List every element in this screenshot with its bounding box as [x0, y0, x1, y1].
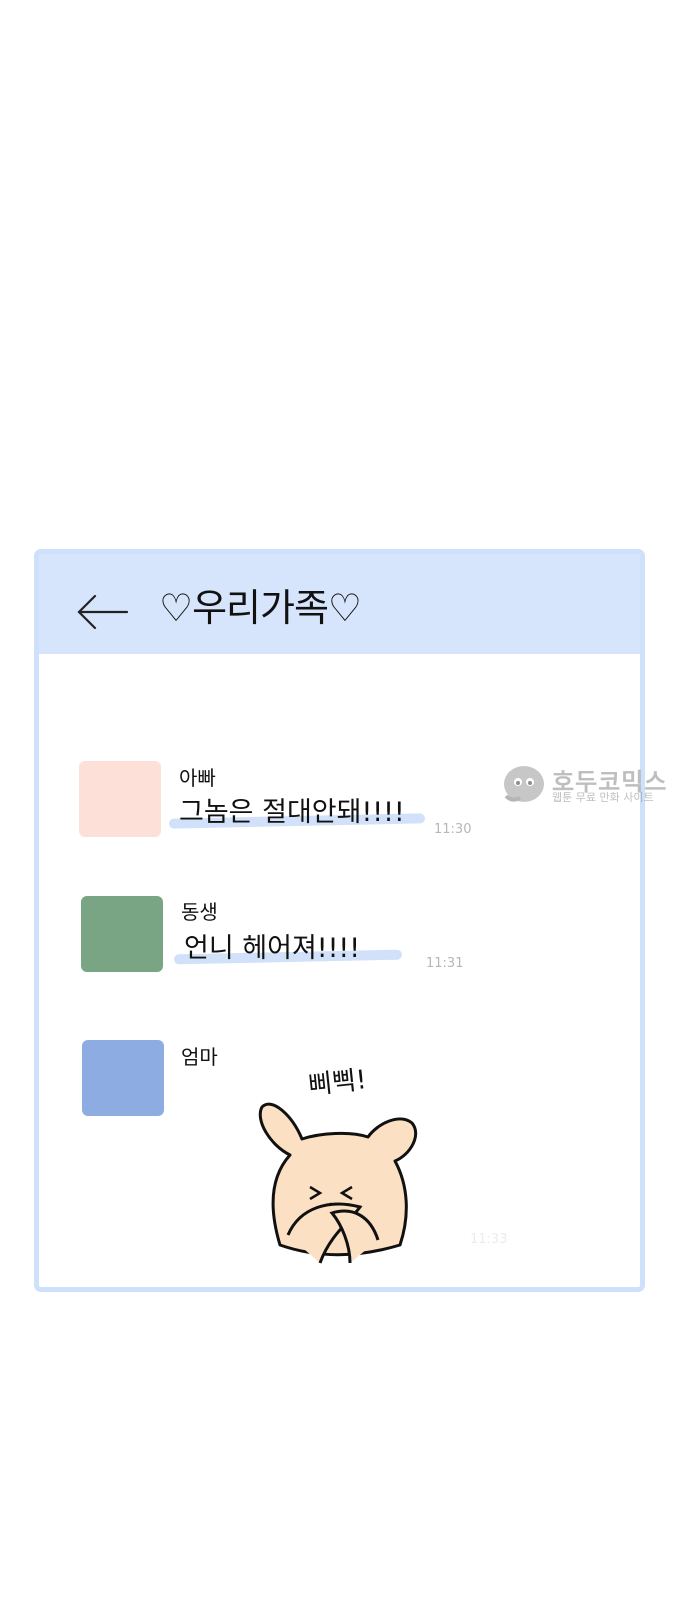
avatar[interactable] [81, 896, 163, 972]
chat-title: ♡우리가족♡ [159, 586, 362, 630]
bear-sticker-icon [258, 1102, 418, 1264]
message-time: 11:33 [470, 1232, 508, 1247]
message-time: 11:30 [434, 822, 472, 837]
watermark-subtitle: 웹툰 무료 만화 사이트 [552, 791, 654, 804]
chat-header: ♡우리가족♡ [39, 554, 640, 654]
message-time: 11:31 [426, 956, 464, 971]
back-arrow-icon[interactable] [75, 592, 129, 632]
site-watermark: 호두코믹스 웹툰 무료 만화 사이트 [500, 760, 675, 810]
avatar[interactable] [82, 1040, 164, 1116]
sender-name: 아빠 [179, 766, 216, 790]
sender-name: 동생 [181, 900, 218, 924]
walnut-logo-icon [504, 766, 544, 802]
avatar[interactable] [79, 761, 161, 837]
message-text: 언니 헤어져!!!! [184, 933, 361, 964]
message-text: 그놈은 절대안돼!!!! [179, 797, 405, 828]
sender-name: 엄마 [181, 1045, 218, 1069]
